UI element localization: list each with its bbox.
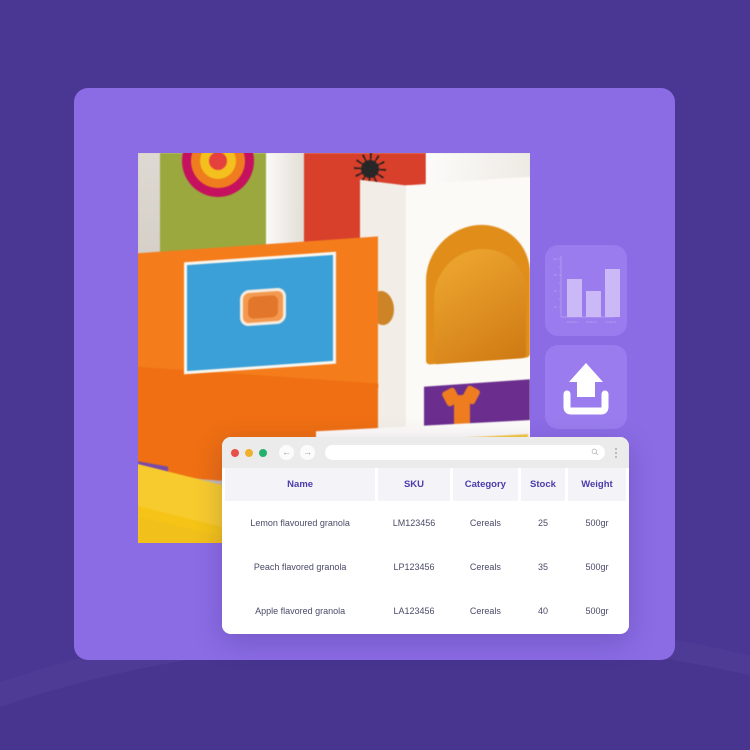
column-header-name[interactable]: Name <box>225 468 376 501</box>
svg-text:100: 100 <box>553 257 558 261</box>
table-row[interactable]: Lemon flavoured granola LM123456 Cereals… <box>225 501 626 545</box>
browser-chrome: ← → <box>222 437 629 468</box>
svg-text:Product 2: Product 2 <box>586 320 598 324</box>
cell-sku: LA123456 <box>393 606 435 616</box>
table-header: Name SKU Category Stock Weight <box>225 468 626 501</box>
analytics-card[interactable]: 100 60 40 20 Product 1 Product 2 Product… <box>545 245 627 336</box>
cell-name: Apple flavored granola <box>255 606 346 616</box>
table-row[interactable]: Apple flavored granola LA123456 Cereals … <box>225 589 626 633</box>
forward-button[interactable]: → <box>300 445 315 460</box>
screenshot-root: 100 60 40 20 Product 1 Product 2 Product… <box>0 0 750 750</box>
table-body: Lemon flavoured granola LM123456 Cereals… <box>225 501 626 633</box>
svg-text:Product 1: Product 1 <box>567 320 579 324</box>
cell-sku: LP123456 <box>393 562 435 572</box>
kebab-menu-icon[interactable] <box>611 447 621 458</box>
column-header-category[interactable]: Category <box>452 468 519 501</box>
column-header-weight[interactable]: Weight <box>567 468 626 501</box>
back-button[interactable]: ← <box>279 445 294 460</box>
cell-weight: 500gr <box>585 562 609 572</box>
upload-icon <box>545 345 627 429</box>
search-icon[interactable] <box>591 448 599 458</box>
products-table: Name SKU Category Stock Weight Lemon fla… <box>222 468 629 633</box>
cell-weight: 500gr <box>585 518 609 528</box>
address-bar[interactable] <box>325 445 605 460</box>
cell-category: Cereals <box>469 518 501 528</box>
traffic-lights <box>231 448 267 457</box>
column-header-sku[interactable]: SKU <box>378 468 450 501</box>
bar-chart-icon: 100 60 40 20 Product 1 Product 2 Product… <box>545 245 627 336</box>
cell-stock: 25 <box>537 518 548 528</box>
cell-category: Cereals <box>469 562 501 572</box>
svg-text:60: 60 <box>554 273 557 277</box>
browser-window: ← → Name SKU Category Stock Weight Lemon… <box>222 437 629 634</box>
upload-card[interactable] <box>545 345 627 429</box>
svg-text:Product 3: Product 3 <box>605 320 617 324</box>
back-arrow-icon: ← <box>282 447 291 457</box>
cell-sku: LM123456 <box>392 518 436 528</box>
svg-text:20: 20 <box>554 305 557 309</box>
close-window-button[interactable] <box>231 448 239 457</box>
cell-category: Cereals <box>469 606 501 616</box>
cell-stock: 40 <box>537 606 548 616</box>
column-header-stock[interactable]: Stock <box>521 468 565 501</box>
maximize-window-button[interactable] <box>259 448 267 457</box>
svg-text:40: 40 <box>554 289 557 293</box>
cell-stock: 35 <box>537 562 548 572</box>
minimize-window-button[interactable] <box>245 448 253 457</box>
products-table-container: Name SKU Category Stock Weight Lemon fla… <box>222 468 629 633</box>
table-row[interactable]: Peach flavored granola LP123456 Cereals … <box>225 545 626 589</box>
cell-name: Lemon flavoured granola <box>250 518 350 528</box>
cell-name: Peach flavored granola <box>253 562 347 572</box>
cell-weight: 500gr <box>585 606 609 616</box>
forward-arrow-icon: → <box>303 447 312 457</box>
table-header-row: Name SKU Category Stock Weight <box>225 468 626 501</box>
